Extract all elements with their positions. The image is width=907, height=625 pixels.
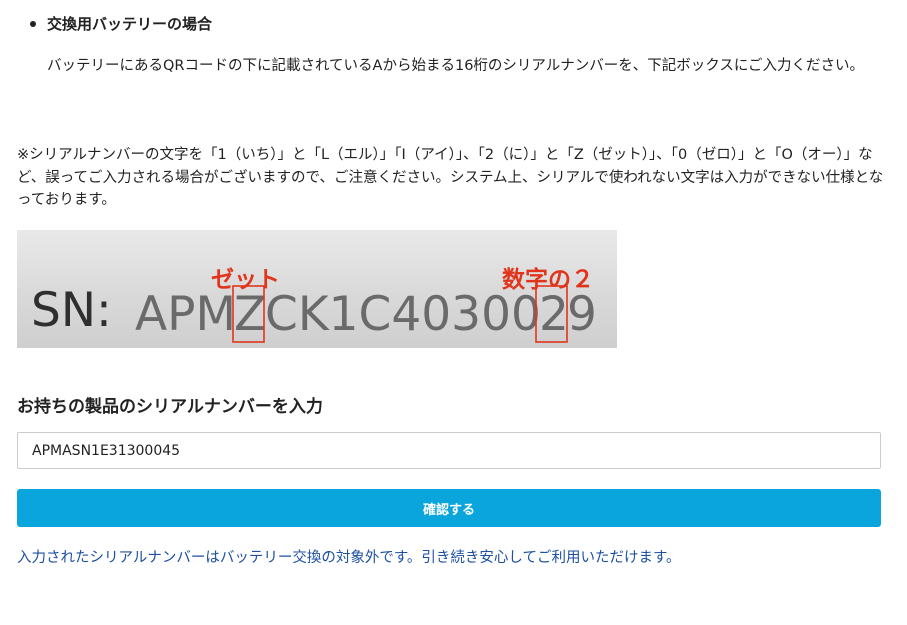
annotation-number-two: 数字の２	[502, 266, 594, 293]
serial-sample-image: SN: APM Z CK1C40300 2 9 ゼット 数字の２	[17, 230, 617, 348]
battery-case-heading-text: 交換用バッテリーの場合	[47, 15, 213, 33]
serial-end: 9	[567, 287, 597, 342]
serial-z-char: Z	[234, 287, 266, 342]
caution-note: ※シリアルナンバーの文字を「1（いち）」と「L（エル）」「I（アイ）」、「2（に…	[17, 147, 884, 208]
battery-case-heading: 交換用バッテリーの場合	[30, 12, 212, 36]
intro-text: バッテリーにあるQRコードの下に記載されているAから始まる16桁のシリアルナンバ…	[47, 58, 865, 74]
confirm-button[interactable]: 確認する	[17, 489, 881, 527]
result-message: 入力されたシリアルナンバーはバッテリー交換の対象外です。引き続き安心してご利用い…	[17, 550, 681, 566]
serial-input-title: お持ちの製品のシリアルナンバーを入力	[17, 397, 323, 417]
serial-prefix: APM	[135, 287, 236, 342]
annotation-zetto: ゼット	[211, 267, 280, 293]
serial-number-input[interactable]	[17, 432, 881, 469]
serial-two-char: 2	[539, 287, 569, 342]
serial-middle: CK1C40300	[265, 287, 541, 342]
bullet-icon	[30, 21, 36, 27]
serial-sample-svg: SN: APM Z CK1C40300 2 9 ゼット 数字の２	[31, 266, 597, 343]
sn-label: SN:	[31, 283, 112, 338]
